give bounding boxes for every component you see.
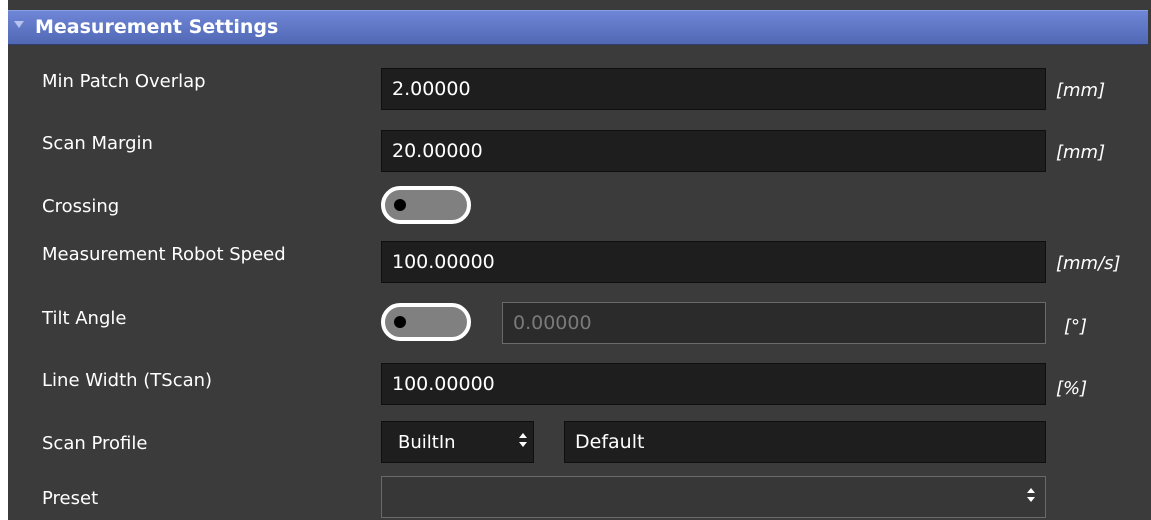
scan-profile-name-input[interactable]: Default (564, 421, 1046, 463)
line-width-label: Line Width (TScan) (42, 370, 213, 391)
up-down-arrows-icon[interactable] (519, 433, 529, 451)
scan-margin-label: Scan Margin (42, 133, 153, 154)
scan-margin-input[interactable]: 20.00000 (381, 130, 1046, 172)
tilt-angle-label: Tilt Angle (42, 308, 127, 329)
robot-speed-unit: [mm/s] (1056, 253, 1121, 274)
scan-margin-unit: [mm] (1056, 142, 1106, 163)
crossing-toggle[interactable] (381, 186, 471, 224)
tilt-angle-unit: [°] (1064, 316, 1088, 337)
crossing-label: Crossing (42, 196, 120, 217)
toggle-knob (394, 199, 406, 211)
section-header[interactable]: Measurement Settings (8, 10, 1148, 45)
up-down-arrows-icon[interactable] (1027, 488, 1037, 506)
min-patch-overlap-input[interactable]: 2.00000 (381, 68, 1046, 110)
section-title: Measurement Settings (35, 16, 279, 38)
line-width-input[interactable]: 100.00000 (381, 363, 1046, 405)
triangle-down-icon[interactable] (14, 21, 24, 28)
tilt-angle-input: 0.00000 (502, 302, 1046, 344)
robot-speed-input[interactable]: 100.00000 (381, 241, 1046, 283)
preset-label: Preset (42, 488, 99, 509)
scan-profile-source-value: BuiltIn (398, 432, 456, 453)
min-patch-overlap-label: Min Patch Overlap (42, 71, 206, 92)
measurement-settings-panel: Measurement Settings Min Patch Overlap 2… (0, 0, 1151, 520)
scan-profile-label: Scan Profile (42, 433, 148, 454)
robot-speed-label: Measurement Robot Speed (42, 244, 286, 265)
preset-select[interactable] (381, 476, 1046, 518)
line-width-unit: [%] (1056, 378, 1088, 399)
scan-profile-source-select[interactable]: BuiltIn (381, 421, 534, 463)
min-patch-overlap-unit: [mm] (1056, 80, 1106, 101)
toggle-knob (394, 316, 406, 328)
tilt-angle-toggle[interactable] (381, 303, 471, 341)
